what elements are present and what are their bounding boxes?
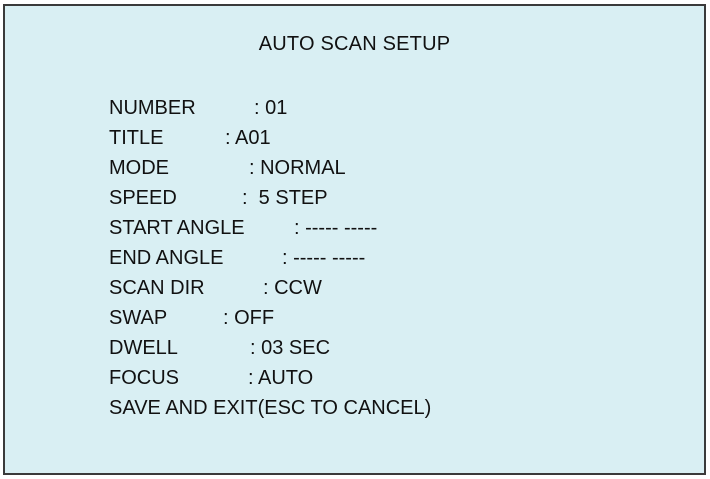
mode-label: MODE	[109, 157, 169, 179]
dwell-value[interactable]: : 03 SEC	[250, 333, 330, 363]
scan-dir-label: SCAN DIR	[109, 277, 205, 299]
start-angle-label: START ANGLE	[109, 217, 245, 239]
auto-scan-setup-panel: AUTO SCAN SETUP NUMBER : 01 TITLE : A01 …	[3, 4, 706, 475]
title-value[interactable]: : A01	[225, 123, 271, 153]
page-title: AUTO SCAN SETUP	[258, 33, 451, 55]
focus-label: FOCUS	[109, 367, 179, 389]
focus-value[interactable]: : AUTO	[248, 363, 313, 393]
dwell-label: DWELL	[109, 337, 178, 359]
end-angle-value[interactable]: : ----- -----	[282, 243, 365, 273]
swap-label: SWAP	[109, 307, 168, 329]
number-label: NUMBER	[109, 97, 196, 119]
title-label: TITLE	[109, 127, 164, 149]
mode-value[interactable]: : NORMAL	[249, 153, 346, 183]
speed-label: SPEED	[109, 187, 177, 209]
swap-value[interactable]: : OFF	[223, 303, 274, 333]
speed-value[interactable]: : 5 STEP	[242, 183, 328, 213]
scan-dir-value[interactable]: : CCW	[263, 273, 322, 303]
start-angle-value[interactable]: : ----- -----	[294, 213, 377, 243]
end-angle-label: END ANGLE	[109, 247, 224, 269]
save-and-exit-label[interactable]: SAVE AND EXIT(ESC TO CANCEL)	[109, 393, 431, 423]
number-value[interactable]: : 01	[254, 93, 287, 123]
